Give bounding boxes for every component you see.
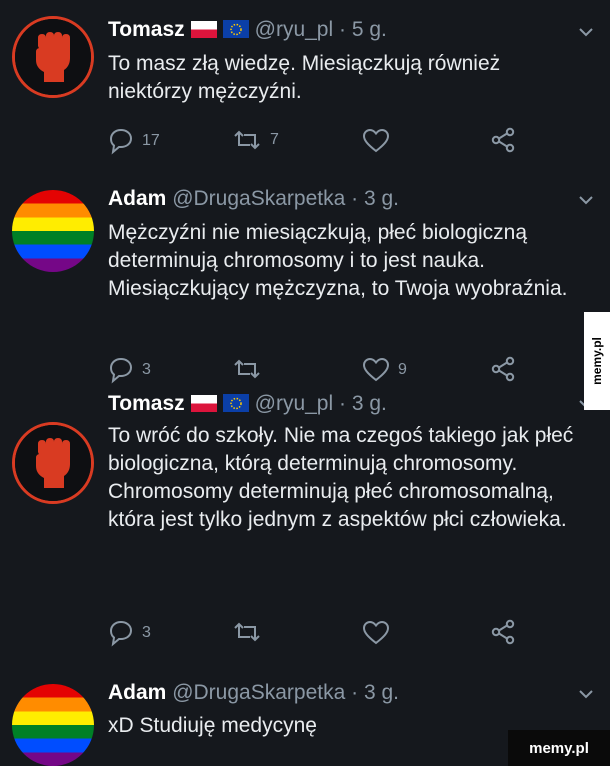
like-button[interactable] [362, 127, 398, 154]
reply-button[interactable]: 3 [108, 619, 151, 647]
share-icon [491, 619, 515, 645]
like-count: 9 [398, 360, 407, 378]
reply-icon [110, 621, 132, 645]
retweet-button[interactable]: 7 [232, 127, 279, 153]
reply-button[interactable]: 17 [108, 127, 160, 155]
author-name[interactable]: Tomasz [108, 18, 185, 41]
author-name[interactable]: Adam [108, 681, 166, 704]
share-icon [491, 127, 515, 153]
reply-count: 3 [142, 624, 151, 641]
share-button[interactable] [490, 127, 516, 153]
author-handle[interactable]: @ryu_pl [255, 18, 334, 41]
separator: · [351, 187, 359, 210]
timestamp[interactable]: 5 g. [352, 18, 387, 41]
fist-icon [15, 19, 91, 95]
tweet-header: Adam @DrugaSkarpetka · 3 g. [108, 187, 399, 211]
flag-eu-icon [222, 394, 249, 412]
retweet-count: 7 [270, 131, 279, 148]
share-icon [491, 356, 515, 382]
author-handle[interactable]: @DrugaSkarpetka [172, 187, 345, 210]
reply-count: 17 [142, 132, 160, 149]
retweet-button[interactable] [232, 356, 270, 382]
separator: · [339, 18, 346, 41]
separator: · [339, 392, 346, 415]
retweet-icon [234, 131, 260, 149]
retweet-icon [234, 623, 260, 641]
share-button[interactable] [490, 619, 516, 645]
reply-button[interactable]: 3 [108, 356, 151, 384]
reply-icon [110, 129, 132, 153]
avatar[interactable] [12, 422, 94, 504]
chevron-down-icon[interactable] [578, 24, 594, 40]
timestamp[interactable]: 3 g. [364, 681, 399, 704]
tweet-text: To masz złą wiedzę. Miesiączkują również… [108, 52, 501, 103]
tweet-actions: 17 7 [108, 127, 528, 157]
separator: · [351, 681, 359, 704]
reply-icon [110, 358, 132, 382]
reply-count: 3 [142, 361, 151, 378]
flag-eu-icon [222, 20, 249, 38]
chevron-down-icon[interactable] [578, 192, 594, 208]
watermark-corner: memy.pl [508, 730, 610, 766]
timestamp[interactable]: 3 g. [352, 392, 387, 415]
author-name[interactable]: Tomasz [108, 392, 185, 415]
tweet-header: Adam @DrugaSkarpetka · 3 g. [108, 681, 399, 705]
like-icon [363, 621, 389, 644]
flag-pl-icon [190, 20, 217, 38]
timestamp[interactable]: 3 g. [364, 187, 399, 210]
retweet-button[interactable] [232, 619, 270, 645]
tweet-header: Tomasz @ryu_pl · 3 g. [108, 392, 387, 416]
tweet-actions: 3 [108, 619, 528, 649]
author-name[interactable]: Adam [108, 187, 166, 210]
like-icon [363, 358, 389, 381]
avatar[interactable] [12, 684, 94, 766]
flag-pl-icon [190, 394, 217, 412]
like-button[interactable] [362, 619, 398, 646]
avatar[interactable] [12, 190, 94, 272]
tweet-header: Tomasz @ryu_pl · 5 g. [108, 18, 387, 42]
like-button[interactable]: 9 [362, 356, 407, 383]
like-icon [363, 129, 389, 152]
tweet-text: Mężczyźni nie miesiączkują, płeć biologi… [108, 221, 568, 300]
tweet-text: To wróć do szkoły. Nie ma czegoś takiego… [108, 424, 574, 531]
watermark-side: memy.pl [584, 312, 610, 410]
tweet-actions: 3 9 [108, 356, 528, 386]
author-handle[interactable]: @DrugaSkarpetka [172, 681, 345, 704]
avatar[interactable] [12, 16, 94, 98]
author-handle[interactable]: @ryu_pl [255, 392, 334, 415]
retweet-icon [234, 360, 260, 378]
share-button[interactable] [490, 356, 516, 382]
chevron-down-icon[interactable] [578, 686, 594, 702]
fist-icon [15, 425, 91, 501]
